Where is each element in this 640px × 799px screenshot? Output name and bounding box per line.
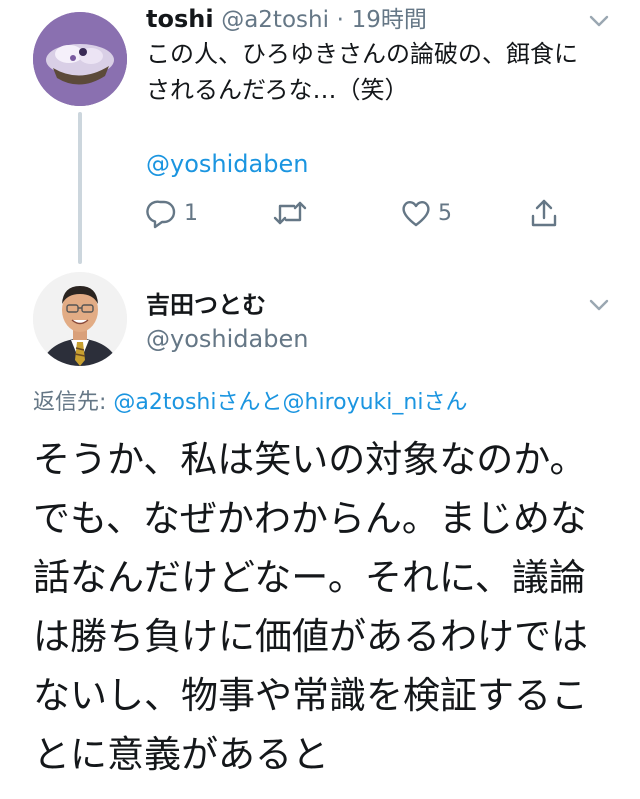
- tweet1-header: toshi @a2toshi · 19時間: [146, 4, 427, 34]
- reply-conjunction: さんと: [216, 390, 283, 415]
- reply-count: 1: [184, 200, 198, 226]
- reply-user-link-a2toshi[interactable]: @a2toshi: [113, 390, 216, 415]
- tweet2-text: そうか、私は笑いの対象なのか。でも、なぜかわからん。まじめな話なんだけどなー。そ…: [33, 438, 588, 776]
- tweet1-timestamp[interactable]: 19時間: [352, 7, 427, 33]
- reply-user-link-hiroyuki[interactable]: @hiroyuki_ni: [283, 390, 424, 415]
- yoshida-avatar[interactable]: [33, 272, 127, 366]
- tweet1-author-handle[interactable]: @a2toshi: [221, 7, 329, 33]
- replying-to-line: 返信先: @a2toshiさんと@hiroyuki_niさん: [33, 388, 467, 418]
- like-count: 5: [438, 200, 452, 226]
- tweet1-text: この人、ひろゆきさんの論破の、餌食にされるんだろな…（笑）: [146, 40, 578, 104]
- tweet1-author-name[interactable]: toshi: [146, 5, 214, 33]
- tweet2-author-name[interactable]: 吉田つとむ: [146, 290, 266, 320]
- heart-icon: [402, 200, 430, 227]
- reply-icon: [146, 200, 176, 229]
- share-button[interactable]: [528, 195, 560, 231]
- reply-button[interactable]: 1: [146, 195, 198, 231]
- like-button[interactable]: 5: [400, 195, 452, 231]
- avatar-image: [33, 272, 127, 366]
- share-icon: [531, 199, 557, 227]
- reply-suffix: さん: [423, 390, 468, 415]
- tweet1-mention-link[interactable]: @yoshidaben: [146, 146, 308, 182]
- tweet2-author-handle[interactable]: @yoshidaben: [146, 324, 308, 354]
- chevron-down-icon[interactable]: [586, 8, 612, 34]
- retweet-button[interactable]: [272, 195, 308, 231]
- avatar-image: [33, 12, 127, 106]
- replying-to-label: 返信先:: [33, 390, 114, 415]
- retweet-icon: [273, 201, 307, 225]
- chevron-down-icon[interactable]: [586, 292, 612, 318]
- separator-dot: ·: [336, 7, 344, 33]
- toshi-avatar[interactable]: [33, 12, 127, 106]
- thread-connector-line: [78, 112, 82, 264]
